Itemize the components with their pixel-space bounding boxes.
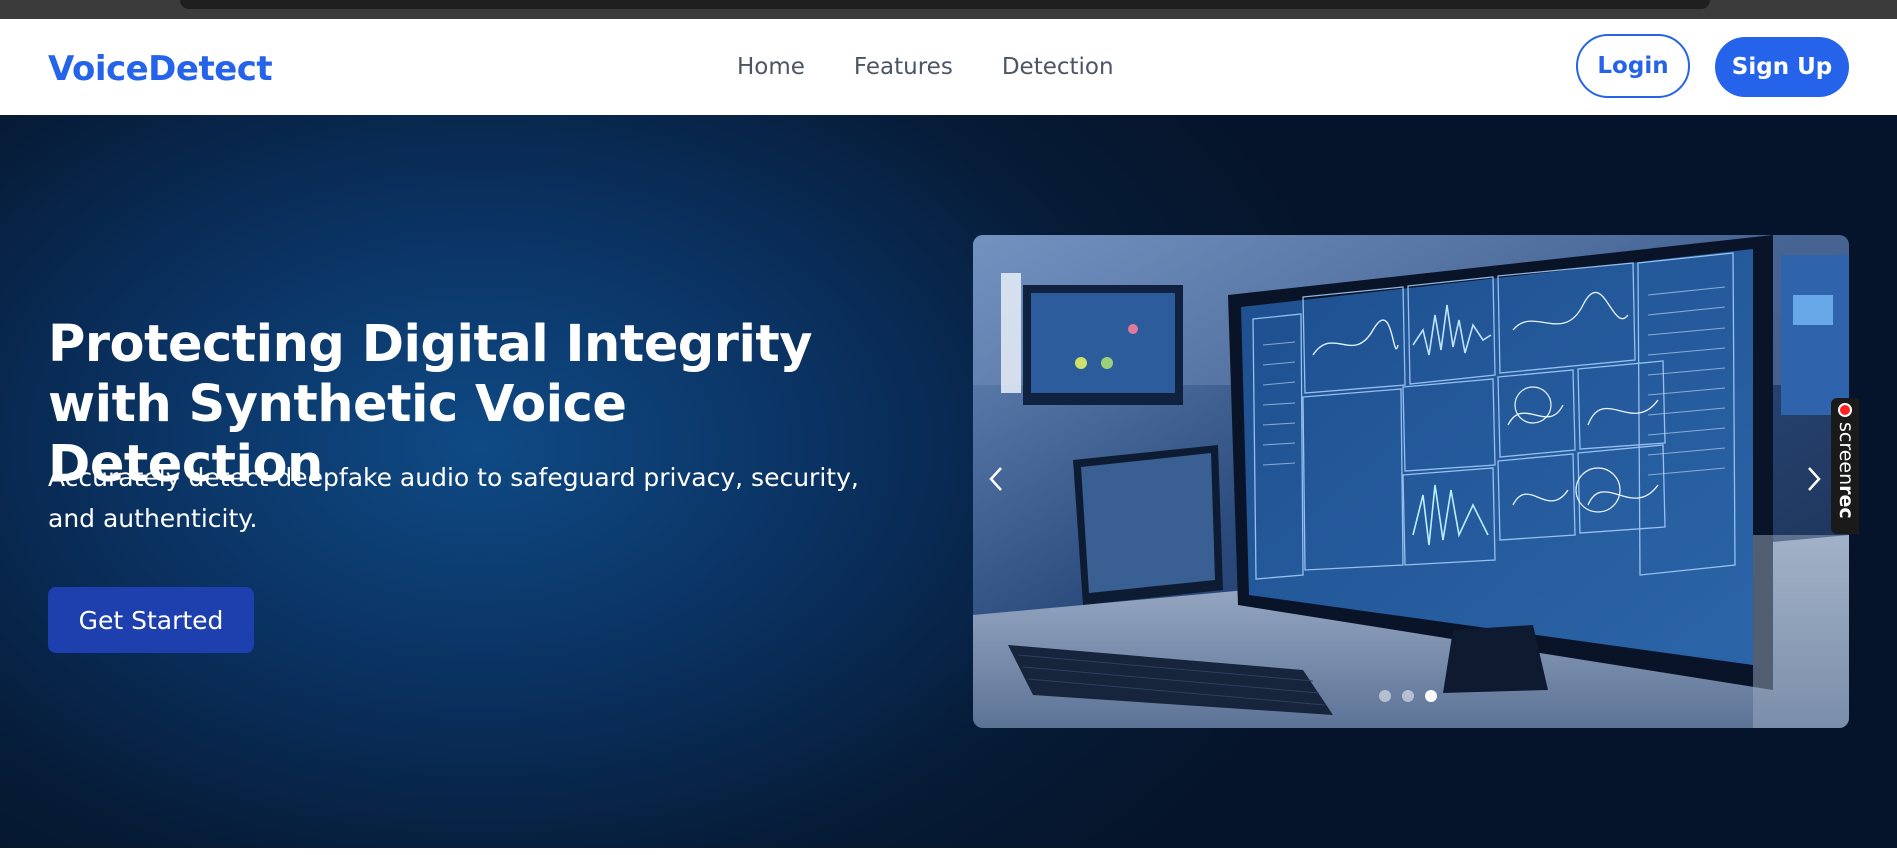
carousel-dot-3[interactable] (1425, 690, 1437, 702)
login-button[interactable]: Login (1576, 34, 1690, 98)
carousel-indicators (1379, 690, 1437, 702)
browser-top-strip (0, 0, 1897, 19)
image-carousel (973, 235, 1849, 728)
get-started-button[interactable]: Get Started (48, 587, 254, 653)
nav-link-features[interactable]: Features (854, 54, 953, 80)
signup-button[interactable]: Sign Up (1715, 37, 1849, 97)
nav-link-detection[interactable]: Detection (1002, 54, 1114, 80)
carousel-dot-1[interactable] (1379, 690, 1391, 702)
hero-section: Protecting Digital Integrity with Synthe… (0, 115, 1897, 848)
chevron-left-icon (989, 467, 1002, 491)
chevron-right-icon (1808, 467, 1821, 491)
carousel-prev-button[interactable] (987, 465, 1017, 501)
nav-link-home[interactable]: Home (737, 54, 805, 80)
navbar: VoiceDetect Home Features Detection Logi… (0, 19, 1897, 115)
screenrec-label: screenrec (1835, 422, 1857, 519)
brand-logo[interactable]: VoiceDetect (48, 49, 273, 89)
screenrec-widget[interactable]: screenrec (1831, 398, 1859, 534)
record-icon (1838, 403, 1852, 417)
carousel-slide-image (973, 235, 1849, 728)
nav-links: Home Features Detection (737, 54, 1163, 80)
browser-url-bar[interactable] (180, 0, 1710, 9)
hero-subtitle: Accurately detect deepfake audio to safe… (48, 463, 859, 533)
carousel-dot-2[interactable] (1402, 690, 1414, 702)
